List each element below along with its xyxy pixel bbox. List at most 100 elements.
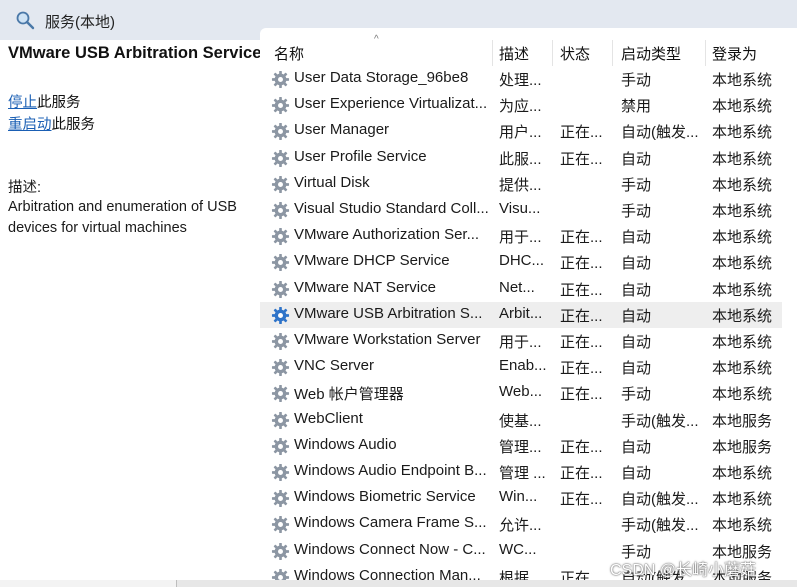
tab-standard[interactable] bbox=[88, 580, 177, 587]
column-divider[interactable] bbox=[492, 40, 493, 66]
column-header-description[interactable]: 描述 bbox=[499, 43, 529, 64]
service-name-cell: Windows Connect Now - C... bbox=[294, 540, 486, 558]
service-detail-pane: VMware USB Arbitration Service 停止此服务 重启动… bbox=[0, 40, 262, 580]
service-gear-icon bbox=[271, 437, 290, 456]
table-row[interactable]: VMware Authorization Ser... 用于... 正在... 自动 本… bbox=[260, 223, 782, 249]
service-logon-cell: 本地系统 bbox=[712, 124, 773, 142]
service-startup-cell: 自动 bbox=[621, 229, 652, 247]
table-row[interactable]: VNC Server Enab... 正在... 自动 本地系统 bbox=[260, 354, 782, 380]
column-divider[interactable] bbox=[705, 40, 706, 66]
table-row[interactable]: Visual Studio Standard Coll... Visu... 手动 本… bbox=[260, 197, 782, 223]
service-logon-cell: 本地系统 bbox=[712, 281, 773, 299]
table-row[interactable]: User Profile Service 此服... 正在... 自动 本地系统 bbox=[260, 145, 782, 171]
service-status-cell: 正在... bbox=[560, 334, 603, 351]
service-gear-icon bbox=[271, 332, 290, 351]
description-text: Arbitration and enumeration of USB devic… bbox=[8, 199, 237, 236]
service-status-cell: 正在... bbox=[560, 465, 603, 482]
service-startup-cell: 自动 bbox=[621, 334, 652, 351]
column-header-status[interactable]: 状态 bbox=[560, 43, 590, 64]
restart-service-suffix: 此服务 bbox=[51, 117, 96, 133]
service-name-cell: WebClient bbox=[294, 409, 363, 427]
service-name-cell: User Manager bbox=[294, 121, 390, 139]
service-description-cell: 用于... bbox=[499, 229, 542, 247]
column-header-logon-as[interactable]: 登录为 bbox=[712, 43, 757, 64]
table-row[interactable]: Virtual Disk 提供... 手动 本地系统 bbox=[260, 171, 782, 197]
service-startup-cell: 手动 bbox=[621, 203, 652, 220]
service-description-cell: 允许... bbox=[499, 517, 542, 535]
table-row[interactable]: User Manager 用户... 正在... 自动(触发... 本地系统 bbox=[260, 118, 782, 144]
service-gear-icon bbox=[271, 384, 290, 403]
table-row[interactable]: User Data Storage_96be8 处理... 手动 本地系统 bbox=[260, 66, 782, 92]
service-name-cell: VMware Workstation Server bbox=[294, 331, 481, 348]
column-header-startup-type[interactable]: 启动类型 bbox=[621, 43, 681, 64]
stop-service-suffix: 此服务 bbox=[37, 95, 81, 111]
column-header-name[interactable]: 名称 bbox=[274, 43, 304, 64]
service-startup-cell: 自动 bbox=[621, 438, 652, 456]
column-divider[interactable] bbox=[552, 40, 553, 66]
service-gear-icon bbox=[271, 175, 290, 194]
service-startup-cell: 自动 bbox=[621, 307, 652, 325]
column-divider[interactable] bbox=[612, 40, 613, 66]
service-description-cell: 用户... bbox=[499, 124, 542, 142]
service-name-cell: Virtual Disk bbox=[294, 173, 370, 191]
service-startup-cell: 自动(触发... bbox=[621, 124, 699, 142]
service-status-cell: 正在... bbox=[560, 150, 603, 168]
restart-service-link[interactable]: 重启动 bbox=[8, 117, 52, 133]
service-name-cell: Web 帐户管理器 bbox=[294, 386, 404, 404]
service-logon-cell: 本地系统 bbox=[712, 491, 773, 509]
service-name-cell: Visual Studio Standard Coll... bbox=[294, 200, 489, 217]
service-logon-cell: 本地系统 bbox=[712, 465, 773, 482]
table-row[interactable]: VMware USB Arbitration S... Arbit... 正在...… bbox=[260, 301, 782, 328]
service-logon-cell: 本地系统 bbox=[712, 517, 773, 535]
table-row[interactable]: VMware NAT Service Net... 正在... 自动 本地系统 bbox=[260, 276, 782, 302]
table-row[interactable]: VMware Workstation Server 用于... 正在... 自动 本地系… bbox=[260, 328, 782, 354]
service-startup-cell: 自动 bbox=[621, 281, 652, 299]
restart-service-action: 重启动此服务 bbox=[8, 113, 95, 134]
service-startup-cell: 手动 bbox=[621, 72, 652, 89]
table-row[interactable]: Windows Audio 管理... 正在... 自动 本地服务 bbox=[260, 433, 782, 459]
service-gear-icon bbox=[271, 149, 290, 168]
table-row[interactable]: User Experience Virtualizat... 为应... 禁用 本地系… bbox=[260, 92, 782, 118]
service-logon-cell: 本地系统 bbox=[712, 150, 773, 168]
service-name-cell: User Experience Virtualizat... bbox=[294, 95, 488, 113]
service-name-cell: Windows Camera Frame S... bbox=[294, 514, 487, 532]
table-row[interactable]: Windows Audio Endpoint B... 管理 ... 正在... 自动… bbox=[260, 459, 782, 485]
table-row[interactable]: Windows Camera Frame S... 允许... 手动(触发... 本地… bbox=[260, 511, 782, 537]
service-gear-icon bbox=[271, 542, 290, 561]
service-logon-cell: 本地系统 bbox=[712, 98, 773, 116]
service-logon-cell: 本地服务 bbox=[712, 412, 773, 430]
service-description-cell: Arbit... bbox=[499, 304, 543, 322]
watermark-text: CSDN @长崎小蘑菇 bbox=[610, 562, 757, 579]
service-startup-cell: 自动 bbox=[621, 360, 652, 378]
table-row[interactable]: WebClient 使基... 手动(触发... 本地服务 bbox=[260, 407, 782, 433]
service-description-cell: Web... bbox=[499, 383, 543, 401]
service-status-cell: 正在... bbox=[560, 438, 603, 456]
table-row[interactable]: Web 帐户管理器 Web... 正在... 手动 本地系统 bbox=[260, 380, 782, 406]
service-status-cell: 正在... bbox=[560, 360, 603, 378]
service-logon-cell: 本地系统 bbox=[712, 255, 773, 273]
tab-extended[interactable] bbox=[0, 580, 89, 587]
service-startup-cell: 手动 bbox=[621, 386, 652, 404]
table-row[interactable]: Windows Biometric Service Win... 正在... 自动(触… bbox=[260, 485, 782, 511]
service-logon-cell: 本地系统 bbox=[712, 360, 773, 378]
service-description-cell: 管理 ... bbox=[499, 465, 546, 482]
service-description-cell: Net... bbox=[499, 278, 535, 296]
service-startup-cell: 自动(触发... bbox=[621, 491, 699, 509]
service-gear-icon bbox=[271, 253, 290, 272]
service-description-cell: DHC... bbox=[499, 252, 544, 270]
service-logon-cell: 本地系统 bbox=[712, 72, 773, 89]
service-status-cell: 正在... bbox=[560, 386, 603, 404]
service-description-cell: 用于... bbox=[499, 334, 542, 351]
service-name-cell: VNC Server bbox=[294, 357, 375, 375]
service-status-cell: 正在... bbox=[560, 124, 603, 142]
service-name-cell: VMware USB Arbitration S... bbox=[294, 304, 483, 322]
service-status-cell: 正在... bbox=[560, 281, 603, 299]
service-status-cell: 正在... bbox=[560, 229, 603, 247]
table-row[interactable]: VMware DHCP Service DHC... 正在... 自动 本地系统 bbox=[260, 249, 782, 275]
service-startup-cell: 手动 bbox=[621, 176, 652, 194]
selected-service-title: VMware USB Arbitration Service bbox=[8, 44, 262, 62]
service-startup-cell: 自动 bbox=[621, 255, 652, 273]
service-name-cell: Windows Biometric Service bbox=[294, 488, 476, 506]
service-gear-icon bbox=[271, 489, 290, 508]
stop-service-link[interactable]: 停止 bbox=[8, 95, 37, 111]
